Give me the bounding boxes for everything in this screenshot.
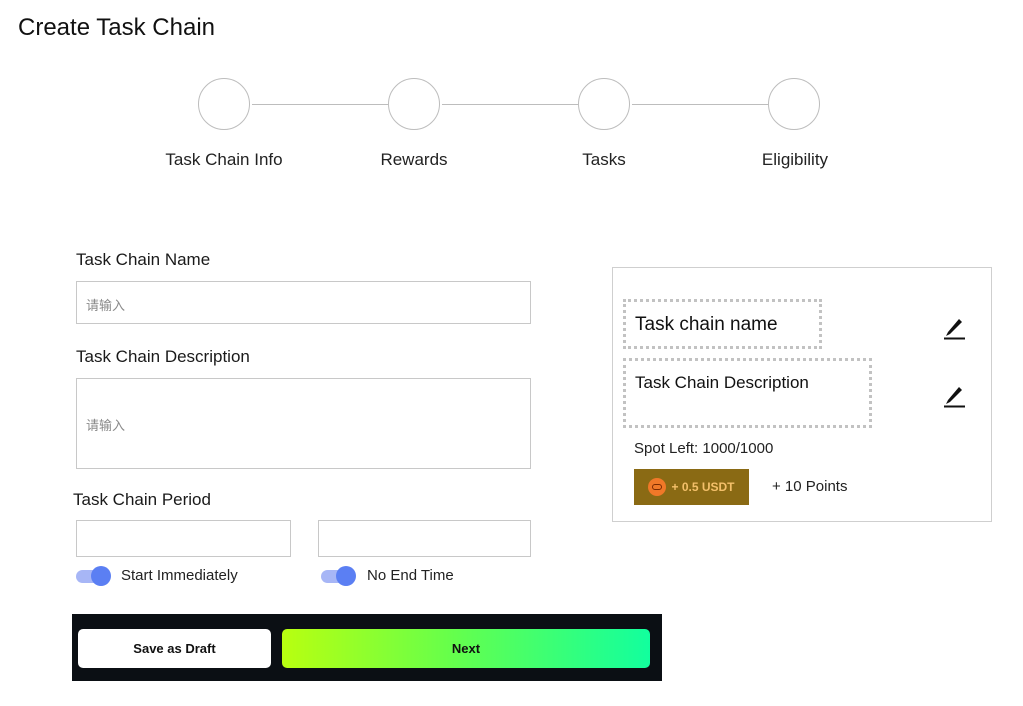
preview-name-box[interactable]: Task chain name <box>623 299 822 349</box>
step-connector <box>252 104 388 105</box>
start-immediately-toggle[interactable] <box>76 566 112 586</box>
action-bar: Save as Draft Next <box>72 614 662 681</box>
name-input[interactable]: 请输入 <box>76 281 531 324</box>
toggle-knob <box>91 566 111 586</box>
step-label-task-chain-info: Task Chain Info <box>165 150 283 169</box>
step-connector <box>442 104 578 105</box>
spots-left: Spot Left: 1000/1000 <box>634 440 774 457</box>
no-end-time-toggle[interactable] <box>321 566 357 586</box>
next-button[interactable]: Next <box>282 629 650 668</box>
step-circle-task-chain-info[interactable] <box>198 78 250 130</box>
step-label-rewards: Rewards <box>380 150 448 169</box>
points-reward: + 10 Points <box>772 478 848 495</box>
step-label-tasks: Tasks <box>582 150 626 169</box>
preview-card: Task chain name Task Chain Description S… <box>612 267 992 522</box>
save-draft-button[interactable]: Save as Draft <box>78 629 271 668</box>
name-label: Task Chain Name <box>76 250 211 269</box>
description-label: Task Chain Description <box>76 347 250 366</box>
description-textarea[interactable]: 请输入 <box>76 378 531 469</box>
preview-name: Task chain name <box>635 314 778 335</box>
description-placeholder: 请输入 <box>86 418 126 433</box>
end-time-input[interactable] <box>318 520 531 557</box>
coin-icon <box>648 478 667 496</box>
pencil-icon[interactable] <box>942 314 966 340</box>
step-circle-rewards[interactable] <box>388 78 440 130</box>
start-time-input[interactable] <box>76 520 291 557</box>
preview-description-box[interactable]: Task Chain Description <box>623 358 872 428</box>
step-circle-eligibility[interactable] <box>768 78 820 130</box>
page-title: Create Task Chain <box>18 14 215 41</box>
no-end-time-label: No End Time <box>367 567 454 584</box>
step-label-eligibility: Eligibility <box>761 150 829 169</box>
usdt-reward-text: + 0.5 USDT <box>671 480 735 494</box>
name-placeholder: 请输入 <box>86 298 126 313</box>
toggle-knob <box>336 566 356 586</box>
step-connector <box>632 104 768 105</box>
start-immediately-label: Start Immediately <box>121 567 238 584</box>
preview-description: Task Chain Description <box>635 373 809 392</box>
period-label: Task Chain Period <box>73 490 211 509</box>
usdt-reward-badge: + 0.5 USDT <box>634 469 749 505</box>
pencil-icon[interactable] <box>942 382 966 408</box>
step-circle-tasks[interactable] <box>578 78 630 130</box>
